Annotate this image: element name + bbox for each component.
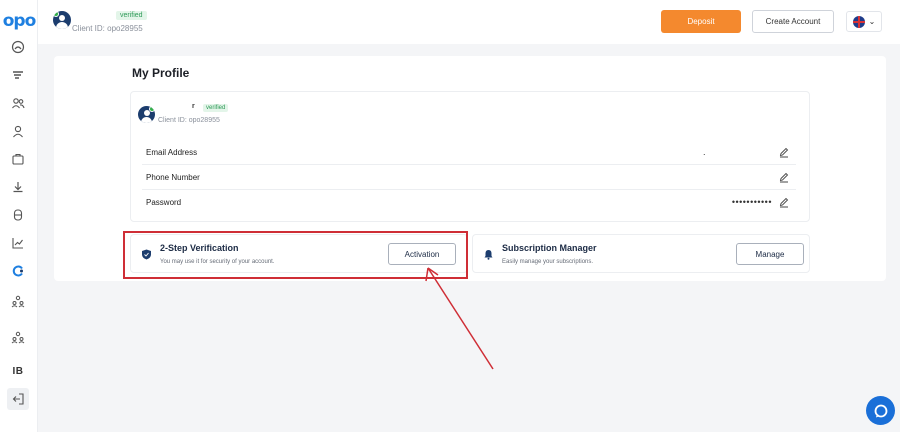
chat-support-button[interactable] [866,396,895,425]
password-row: Password ••••••••••• [142,191,796,215]
avatar [138,106,155,123]
create-account-button[interactable]: Create Account [752,10,834,33]
users-icon[interactable] [7,92,29,114]
uk-flag-icon [852,15,865,28]
network-icon[interactable] [7,326,29,348]
wallet-icon[interactable] [7,148,29,170]
password-label: Password [146,198,182,207]
client-id: Client ID: opo28955 [72,24,143,33]
edit-email-icon[interactable] [778,146,790,158]
dashboard-icon[interactable] [7,36,29,58]
partners-icon[interactable] [7,290,29,312]
bell-icon [484,250,493,260]
subscription-title: Subscription Manager [502,243,597,253]
chevron-down-icon: ⌄ [868,17,876,26]
phone-row: Phone Number [142,166,796,190]
copytrade-icon[interactable] [7,260,29,282]
edit-password-icon[interactable] [778,196,790,208]
email-label: Email Address [146,148,198,157]
sidebar-item-label: IB [12,365,24,377]
profile-icon[interactable] [7,120,29,142]
email-row: Email Address . [142,141,796,165]
chart-icon[interactable] [7,232,29,254]
subscription-manager-card: Subscription Manager Easily manage your … [472,234,810,273]
deposit-button[interactable]: Deposit [661,10,741,33]
avatar[interactable] [53,11,71,29]
transfers-icon[interactable] [7,64,29,86]
page-title: My Profile [132,66,190,80]
download-icon[interactable] [7,176,29,198]
phone-label: Phone Number [146,173,200,182]
password-value: ••••••••••• [731,197,772,207]
brand-logo[interactable]: opo [2,12,37,30]
language-selector[interactable]: ⌄ [846,11,882,32]
logout-icon[interactable] [7,388,29,410]
top-header: verified Client ID: opo28955 Deposit Cre… [38,0,900,44]
highlight-box [123,231,468,279]
sidebar: opo IB [0,0,38,432]
document-icon[interactable] [7,204,29,226]
client-id: Client ID: opo28955 [158,117,220,124]
verified-badge: verified [203,104,229,112]
manage-button[interactable]: Manage [736,243,804,265]
chat-icon [874,404,887,417]
online-status-icon [53,11,59,17]
online-status-icon [149,106,155,112]
sidebar-item-ib[interactable]: IB [7,360,29,382]
verified-badge: verified [116,11,147,20]
edit-phone-icon[interactable] [778,171,790,183]
email-value: . [702,147,706,157]
subscription-description: Easily manage your subscriptions. [502,259,594,265]
user-name: r [192,103,195,110]
